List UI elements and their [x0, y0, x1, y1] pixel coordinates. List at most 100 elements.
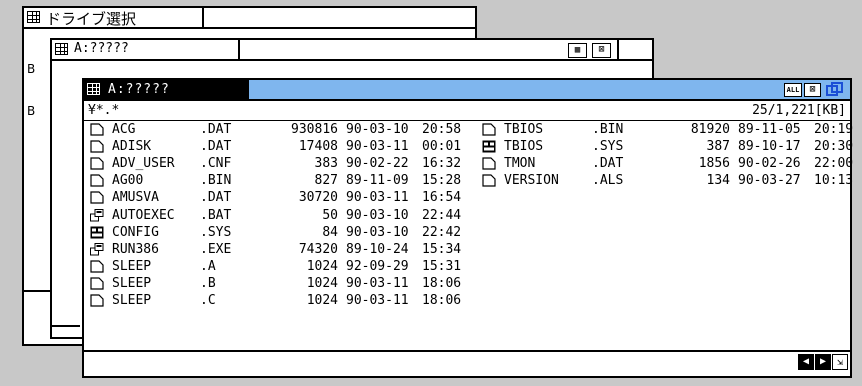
file-row[interactable]: TBIOS .BIN 81920 89-11-05 20:19 — [482, 121, 854, 138]
file-row[interactable]: TBIOS .SYS 387 89-10-17 20:30 — [482, 138, 854, 155]
exec-icon — [90, 208, 104, 221]
bottom-scrollbar[interactable]: ◀ ▶ ⇲ — [84, 350, 850, 376]
directory-front-titlebar[interactable]: A:????? ALL ⊠ — [84, 80, 850, 101]
file-time: 22:42 — [422, 224, 462, 240]
file-size: 1024 — [306, 258, 338, 274]
file-name: ADV_USER — [112, 156, 175, 172]
file-ext: .C — [200, 293, 216, 308]
file-date: 90-03-10 — [346, 207, 409, 223]
title-divider — [617, 40, 619, 59]
file-row[interactable]: SLEEP .A 1024 92-09-29 15:31 — [90, 258, 462, 275]
file-ext: .SYS — [592, 139, 624, 155]
file-date: 90-03-11 — [346, 190, 409, 206]
divider — [50, 325, 80, 327]
file-name: RUN386 — [112, 241, 159, 257]
file-summary: 25/1,221[KB] — [752, 103, 846, 118]
close-icon[interactable]: ⊠ — [592, 43, 611, 58]
file-row[interactable]: SLEEP .C 1024 90-03-11 18:06 — [90, 292, 461, 309]
file-list: ACG .DAT 930816 90-03-10 20:58 ADISK .DAT 17408… — [84, 121, 854, 348]
system-menu-icon[interactable] — [27, 11, 40, 23]
all-button[interactable]: ALL — [784, 83, 802, 97]
file-name: VERSION — [504, 173, 559, 189]
system-menu-icon[interactable] — [55, 43, 68, 55]
file-time: 22:44 — [422, 207, 462, 223]
file-date: 90-03-11 — [346, 293, 409, 308]
file-size: 827 — [314, 173, 338, 189]
current-path: ¥*.* — [88, 103, 120, 118]
file-name: CONFIG — [112, 224, 159, 240]
file-size: 134 — [706, 173, 730, 189]
resize-icon[interactable]: ⇲ — [832, 354, 848, 370]
file-ext: .DAT — [200, 122, 232, 137]
drive-select-titlebar[interactable]: ドライブ選択 — [24, 8, 475, 29]
file-ext: .DAT — [200, 190, 232, 206]
file-date: 92-09-29 — [346, 258, 409, 274]
file-row[interactable]: SLEEP .B 1024 90-03-11 18:06 — [90, 275, 461, 292]
file-size: 17408 — [298, 139, 338, 155]
file-icon — [90, 294, 104, 307]
file-size: 74320 — [298, 241, 338, 257]
file-name: AG00 — [112, 173, 144, 189]
file-icon — [90, 140, 104, 153]
file-name: ADISK — [112, 139, 152, 155]
file-size: 383 — [314, 156, 338, 172]
file-row[interactable]: VERSION .ALS 134 90-03-27 10:13 — [482, 172, 853, 189]
file-time: 00:01 — [422, 139, 462, 155]
file-row[interactable]: ADV_USER .CNF 383 90-02-22 16:32 — [90, 155, 462, 172]
file-size: 1024 — [306, 293, 338, 308]
file-icon — [90, 277, 104, 290]
directory-front-title: A:????? — [108, 82, 170, 97]
scroll-left-icon[interactable]: ◀ — [798, 354, 814, 370]
file-row[interactable]: AG00 .BIN 827 89-11-09 15:28 — [90, 172, 462, 189]
file-row[interactable]: AUTOEXEC .BAT 50 90-03-10 22:44 — [90, 207, 462, 224]
file-ext: .A — [200, 258, 216, 274]
file-name: AUTOEXEC — [112, 207, 175, 223]
title-divider — [238, 40, 240, 59]
drive-letter-label: B — [27, 62, 36, 76]
file-time: 15:31 — [422, 258, 462, 274]
file-ext: .B — [200, 275, 216, 291]
system-icon — [90, 226, 104, 239]
file-time: 20:19 — [814, 122, 854, 137]
restore-icon[interactable] — [826, 82, 844, 97]
file-row[interactable]: ADISK .DAT 17408 90-03-11 00:01 — [90, 138, 462, 155]
directory-window-front[interactable]: A:????? ALL ⊠ ¥*.* 25/1,221[KB] ACG .DAT 9… — [82, 78, 854, 378]
file-row[interactable]: AMUSVA .DAT 30720 90-03-11 16:54 — [90, 189, 461, 206]
file-time: 16:32 — [422, 156, 462, 172]
file-icon — [90, 191, 104, 204]
nav-buttons: ◀ ▶ ⇲ — [797, 354, 848, 370]
file-ext: .BIN — [592, 122, 624, 137]
file-ext: .CNF — [200, 156, 232, 172]
file-date: 89-10-24 — [346, 241, 409, 257]
file-icon — [482, 157, 496, 170]
file-ext: .EXE — [200, 241, 232, 257]
directory-back-titlebar[interactable]: A:????? ▦ ⊠ — [52, 40, 652, 61]
drive-letter-label: B — [27, 104, 36, 118]
file-name: TMON — [504, 156, 536, 172]
file-row[interactable]: CONFIG .SYS 84 90-03-10 22:42 — [90, 224, 462, 241]
file-ext: .BAT — [200, 207, 232, 223]
file-size: 81920 — [690, 122, 730, 137]
file-icon — [90, 123, 104, 136]
file-ext: .ALS — [592, 173, 624, 189]
file-row[interactable]: ACG .DAT 930816 90-03-10 20:58 — [90, 121, 461, 138]
file-size: 930816 — [291, 122, 338, 137]
system-menu-icon[interactable] — [87, 83, 100, 95]
file-size: 387 — [706, 139, 730, 155]
file-name: SLEEP — [112, 293, 152, 308]
file-name: AMUSVA — [112, 190, 159, 206]
file-icon — [90, 157, 104, 170]
file-row[interactable]: TMON .DAT 1856 90-02-26 22:00 — [482, 155, 853, 172]
file-time: 20:30 — [814, 139, 854, 155]
scroll-right-icon[interactable]: ▶ — [815, 354, 831, 370]
exec-icon — [90, 242, 104, 256]
close-icon[interactable]: ⊠ — [804, 83, 821, 97]
file-date: 89-11-05 — [738, 122, 801, 137]
file-icon — [90, 174, 104, 187]
file-size: 30720 — [298, 190, 338, 206]
file-ext: .SYS — [200, 224, 232, 240]
grid-icon[interactable]: ▦ — [568, 43, 587, 58]
file-time: 15:28 — [422, 173, 462, 189]
file-row[interactable]: RUN386 .EXE 74320 89-10-24 15:34 — [90, 241, 461, 258]
file-size: 1856 — [698, 156, 730, 172]
